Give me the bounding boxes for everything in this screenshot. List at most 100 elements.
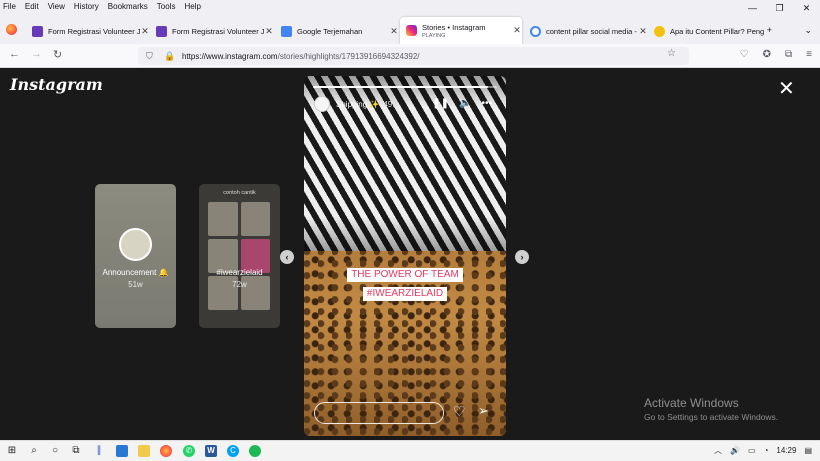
activate-title: Activate Windows — [644, 396, 739, 410]
instagram-stories-view: Instagram ✕ Announcement 🔔 51w contoh ca… — [0, 68, 820, 440]
highlight-age: 51w — [128, 280, 143, 289]
speaker-icon[interactable]: 🔊 — [730, 446, 740, 455]
close-tab-icon[interactable]: ✕ — [264, 26, 274, 37]
menu-help[interactable]: Help — [184, 2, 200, 11]
tab-title: content pillar social media - — [546, 26, 637, 36]
lock-icon[interactable]: 🔒 — [164, 51, 175, 62]
close-tab-icon[interactable]: ✕ — [140, 26, 150, 37]
tab-form-1[interactable]: Form Registrasi Volunteer Ja ✕ — [26, 18, 150, 44]
bookmark-star-icon[interactable]: ☆ — [667, 48, 676, 59]
volume-icon[interactable]: 🔈 — [459, 98, 471, 109]
puzzle-icon[interactable]: ⧉ — [785, 49, 792, 60]
battery-icon[interactable]: ▭ — [748, 446, 756, 455]
highlight-label: #iwearzielaid — [216, 268, 263, 277]
instagram-icon — [406, 25, 417, 36]
spotify-icon[interactable] — [249, 445, 261, 457]
back-arrow-icon[interactable]: ← — [9, 48, 20, 60]
whatsapp-icon[interactable]: ✆ — [183, 445, 195, 457]
highlight-label: Announcement 🔔 — [102, 268, 169, 277]
app-icon[interactable] — [116, 445, 128, 457]
chevron-up-icon[interactable]: ︿ — [714, 445, 722, 456]
extensions-icon[interactable]: ✪ — [763, 49, 771, 60]
notification-icon[interactable]: ▤ — [804, 446, 812, 455]
google-icon — [530, 25, 541, 37]
menu-view[interactable]: View — [48, 2, 65, 11]
clock[interactable]: 14:29 — [776, 446, 796, 455]
tab-title: Google Terjemahan — [297, 26, 363, 36]
menu-edit[interactable]: Edit — [25, 2, 39, 11]
story-user-info[interactable]: Shipping ✨ 49w — [336, 100, 398, 109]
highlight-card-announcement[interactable]: Announcement 🔔 51w — [95, 184, 176, 328]
windows-start-icon[interactable]: ⊞ — [6, 445, 18, 457]
reload-icon[interactable]: ↻ — [53, 48, 62, 61]
canva-icon[interactable]: C — [227, 445, 239, 457]
word-icon[interactable]: W — [205, 445, 217, 457]
pause-icon[interactable]: ❚❚ — [432, 98, 449, 109]
cortana-icon[interactable]: ○ — [49, 445, 61, 457]
firefox-view-icon[interactable] — [6, 24, 17, 35]
activate-windows-watermark: Activate Windows Go to Settings to activ… — [644, 396, 778, 422]
tab-apa-itu[interactable]: Apa itu Content Pillar? Peng — [648, 18, 772, 44]
grid-photo — [240, 202, 270, 236]
reply-input[interactable] — [314, 402, 444, 424]
close-icon[interactable]: ✕ — [778, 79, 795, 99]
previous-story-arrow-icon[interactable]: ‹ — [280, 250, 294, 264]
close-tab-icon[interactable]: ✕ — [512, 25, 522, 36]
instagram-logo[interactable]: Instagram — [10, 75, 103, 94]
tab-translate[interactable]: Google Terjemahan ✕ — [275, 18, 399, 44]
translate-icon — [281, 25, 292, 37]
pocket-icon[interactable]: ♡ — [740, 49, 749, 60]
story-viewer[interactable]: Shipping ✨ 49w ❚❚ 🔈 ••• THE POWER OF TEAM… — [304, 76, 506, 436]
forward-arrow-icon[interactable]: → — [31, 48, 42, 60]
heart-icon[interactable]: ♡ — [453, 403, 466, 420]
tab-title: Apa itu Content Pillar? Peng — [670, 26, 765, 36]
story-avatar[interactable] — [314, 96, 330, 112]
story-username: Shipping ✨ — [336, 100, 380, 109]
url-bar[interactable]: ⛉ 🔒 https://www.instagram.com/stories/hi… — [138, 47, 689, 65]
url-domain: https://www.instagram.com — [182, 51, 278, 61]
more-options-icon[interactable]: ••• — [481, 98, 492, 109]
highlight-age: 72w — [232, 280, 247, 289]
next-story-arrow-icon[interactable]: › — [515, 250, 529, 264]
activate-subtitle: Go to Settings to activate Windows. — [644, 412, 779, 422]
highlight-top-text: contoh cantik — [223, 190, 256, 196]
tab-form-2[interactable]: Form Registrasi Volunteer Ja ✕ — [150, 18, 274, 44]
story-progress-bar — [313, 86, 497, 88]
story-controls: ❚❚ 🔈 ••• — [432, 98, 492, 109]
sticker-line: #IWEARZIELAID — [362, 286, 448, 301]
avatar — [119, 228, 152, 261]
forms-icon — [156, 25, 167, 37]
tab-title: Form Registrasi Volunteer Ja — [48, 26, 140, 36]
toolbar-icons: ♡ ✪ ⧉ ≡ — [740, 49, 812, 60]
list-tabs-icon[interactable]: ⌄ — [804, 25, 812, 36]
hamburger-menu-icon[interactable]: ≡ — [806, 49, 812, 60]
menu-bookmarks[interactable]: Bookmarks — [108, 2, 148, 11]
close-tab-icon[interactable]: ✕ — [389, 26, 399, 37]
new-tab-icon[interactable]: + — [767, 25, 772, 35]
search-icon[interactable]: ⌕ — [28, 445, 40, 457]
tab-playing-label: PLAYING — [422, 32, 446, 39]
menu-file[interactable]: File — [3, 2, 16, 11]
url-text[interactable]: https://www.instagram.com/stories/highli… — [182, 52, 419, 61]
emoji-icon — [654, 25, 665, 37]
tab-instagram[interactable]: Stories • Instagram PLAYING ✕ — [400, 17, 522, 44]
wifi-icon[interactable]: ◔ — [764, 446, 769, 455]
menu-history[interactable]: History — [74, 2, 99, 11]
system-tray: ︿ 🔊 ▭ ◔ 14:29 ▤ — [714, 445, 812, 456]
pen-icon[interactable]: ∥ — [93, 445, 105, 457]
task-view-icon[interactable]: ⧉ — [70, 445, 82, 457]
tab-title: Stories • Instagram — [422, 22, 486, 32]
story-time: 49w — [383, 100, 399, 109]
file-explorer-icon[interactable] — [138, 445, 150, 457]
menu-bar: File Edit View History Bookmarks Tools H… — [0, 0, 820, 12]
send-icon[interactable]: ➢ — [478, 403, 489, 419]
highlight-card-iwearzielaid[interactable]: contoh cantik #iwearzielaid 72w — [199, 184, 280, 328]
shield-icon[interactable]: ⛉ — [146, 51, 156, 62]
menu-tools[interactable]: Tools — [157, 2, 176, 11]
firefox-icon[interactable] — [160, 445, 172, 457]
photo-grid — [208, 202, 270, 310]
sticker-line: THE POWER OF TEAM — [347, 268, 463, 282]
story-text-sticker: THE POWER OF TEAM #IWEARZIELAID — [347, 264, 463, 301]
close-tab-icon[interactable]: ✕ — [638, 26, 648, 37]
tab-content-pillar[interactable]: content pillar social media - ✕ — [524, 18, 648, 44]
